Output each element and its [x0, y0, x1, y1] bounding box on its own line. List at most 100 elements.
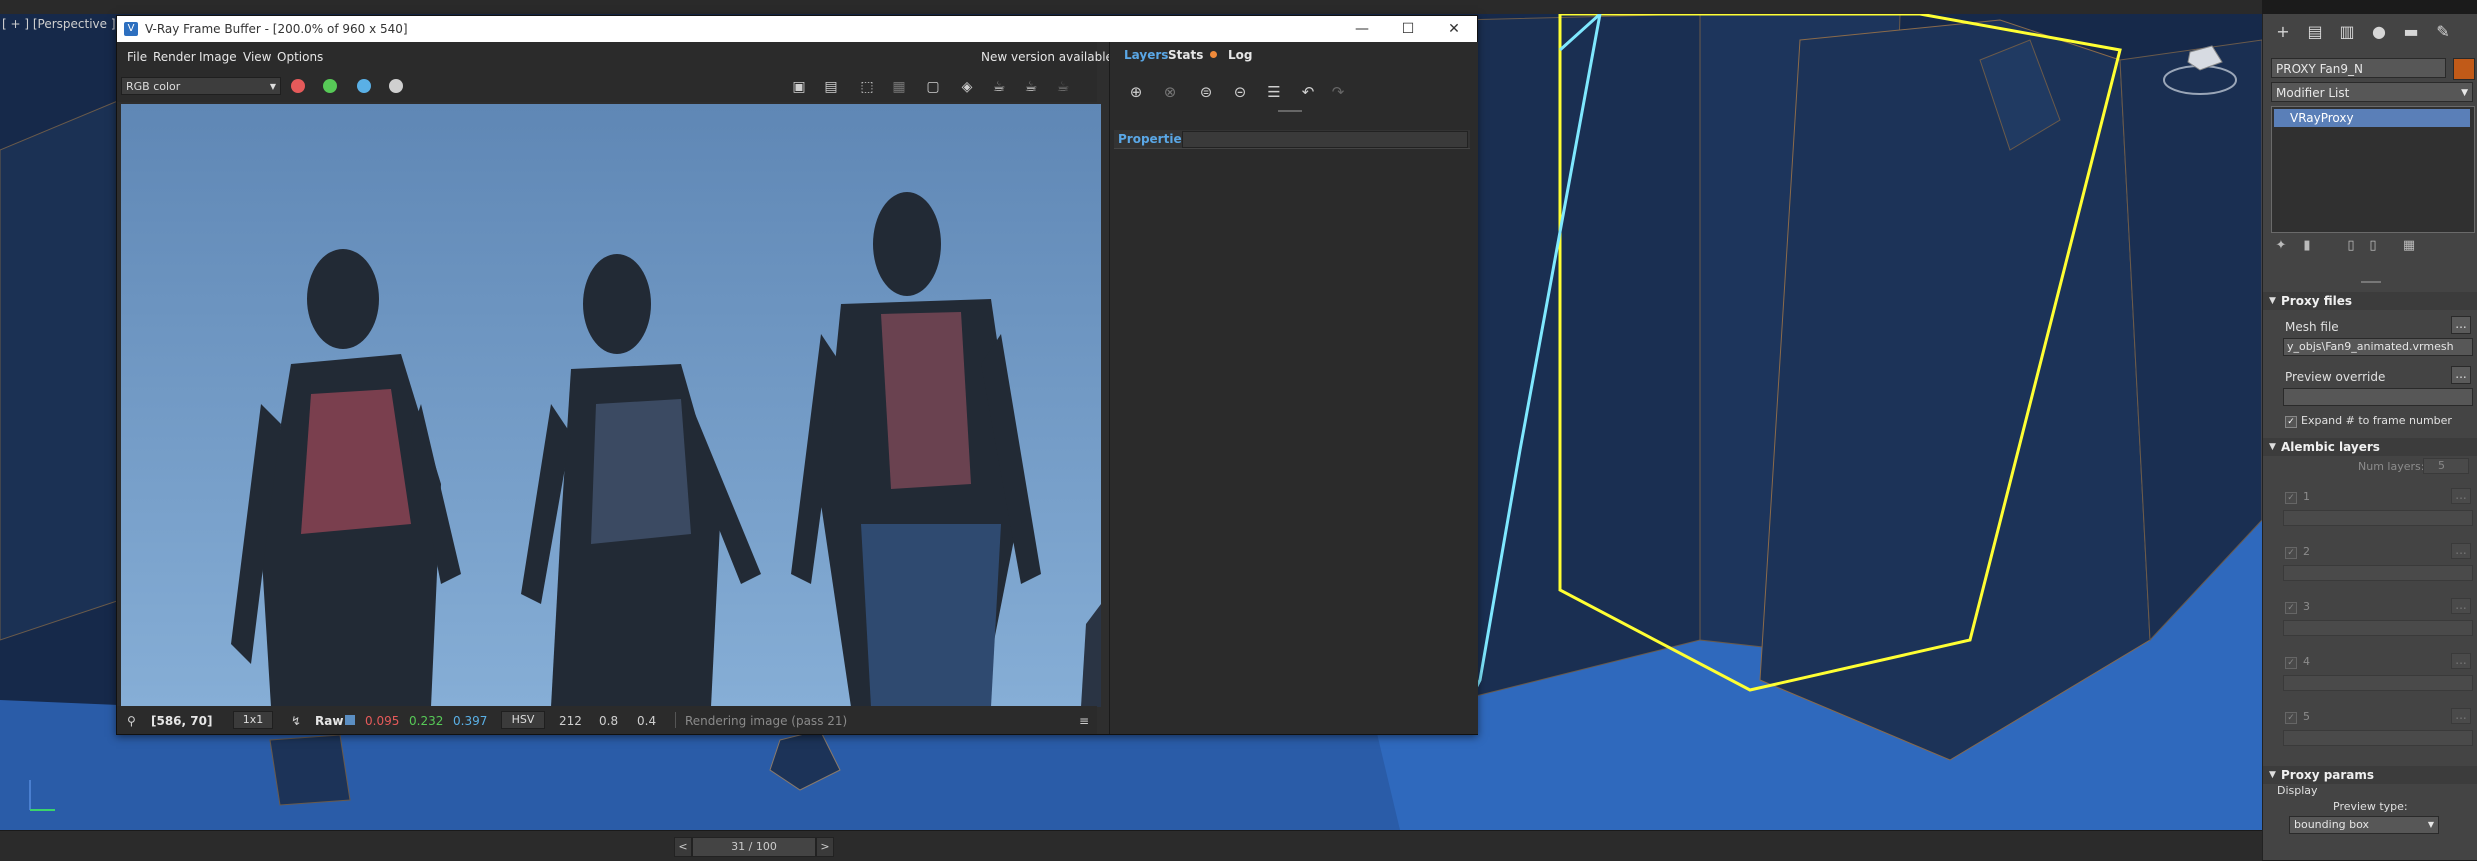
vfb-titlebar[interactable]: V V-Ray Frame Buffer - [200.0% of 960 x …: [117, 16, 1477, 42]
save-layer-tree-icon[interactable]: ⊜: [1194, 80, 1218, 104]
load-image-icon[interactable]: ▤: [821, 77, 841, 97]
track-mouse-icon[interactable]: ▢: [923, 77, 943, 97]
motion-icon[interactable]: ●: [2367, 20, 2391, 44]
layer-checkbox[interactable]: ✓: [2285, 547, 2297, 559]
render-status-message: Rendering image (pass 21): [685, 714, 848, 728]
render-icon[interactable]: ☕: [989, 77, 1009, 97]
menu-image[interactable]: Image: [199, 50, 237, 64]
alpha-channel-button[interactable]: [389, 79, 403, 93]
object-name-field[interactable]: PROXY Fan9_N: [2271, 58, 2446, 78]
blue-channel-button[interactable]: [357, 79, 371, 93]
toggle-log-icon[interactable]: ≡: [1079, 714, 1089, 728]
time-slider-bar: < 31 / 100 >: [0, 830, 2262, 861]
panel-divider[interactable]: [2361, 281, 2381, 283]
value-value: 0.4: [637, 714, 657, 728]
raw-mode-label[interactable]: Raw: [315, 714, 343, 728]
properties-label: Properties: [1118, 132, 1189, 146]
create-layer-icon[interactable]: ⊕: [1124, 80, 1148, 104]
menu-view[interactable]: View: [243, 50, 271, 64]
expand-frame-checkbox[interactable]: ✓: [2285, 416, 2297, 428]
tab-log[interactable]: Log: [1228, 48, 1252, 62]
configure-sets-icon[interactable]: ▦: [2401, 238, 2417, 254]
create-icon[interactable]: +: [2271, 20, 2295, 44]
layer-checkbox[interactable]: ✓: [2285, 712, 2297, 724]
mesh-file-browse-button[interactable]: ...: [2451, 316, 2471, 334]
vfb-menubar: File Render Image View Options: [117, 42, 1097, 72]
delete-layer-icon[interactable]: ⊗: [1158, 80, 1182, 104]
sampling-select[interactable]: 1x1: [233, 711, 273, 729]
layer-browse-button[interactable]: ...: [2451, 598, 2471, 614]
load-layer-tree-icon[interactable]: ⊝: [1228, 80, 1252, 104]
channel-select[interactable]: RGB color ▼: [121, 77, 281, 95]
preview-override-field[interactable]: [2283, 388, 2473, 406]
prev-frame-button[interactable]: <: [674, 837, 692, 857]
redo-icon[interactable]: ↷: [1326, 80, 1350, 104]
modifier-list-dropdown[interactable]: Modifier List ▼: [2271, 82, 2473, 102]
menu-file[interactable]: File: [127, 50, 147, 64]
layer-number: 2: [2303, 545, 2310, 558]
layer-checkbox[interactable]: ✓: [2285, 657, 2297, 669]
show-end-result-icon[interactable]: ▮: [2299, 238, 2315, 254]
layer-checkbox[interactable]: ✓: [2285, 602, 2297, 614]
layer-number: 5: [2303, 710, 2310, 723]
display-icon[interactable]: ▬: [2399, 20, 2423, 44]
splitter-handle[interactable]: [1278, 110, 1302, 112]
new-version-notice[interactable]: New version available!: [981, 50, 1118, 64]
layer-presets-icon[interactable]: ☰: [1262, 80, 1286, 104]
pin-stack-icon[interactable]: ✦: [2273, 238, 2289, 254]
green-channel-button[interactable]: [323, 79, 337, 93]
chevron-down-icon: ▼: [2461, 88, 2468, 98]
region-render-icon[interactable]: ⬚: [857, 77, 877, 97]
preview-type-dropdown[interactable]: bounding box ▼: [2289, 816, 2439, 834]
layer-file-field[interactable]: [2283, 730, 2473, 746]
utilities-icon[interactable]: ✎: [2431, 20, 2455, 44]
time-slider[interactable]: 31 / 100: [692, 837, 816, 857]
mesh-file-field[interactable]: y_objs\Fan9_animated.vrmesh: [2283, 338, 2473, 356]
object-color-swatch[interactable]: [2453, 58, 2475, 80]
layer-file-field[interactable]: [2283, 510, 2473, 526]
zoom-50-icon[interactable]: ▦: [889, 77, 909, 97]
remove-modifier-icon[interactable]: ▯: [2365, 238, 2381, 254]
layer-browse-button[interactable]: ...: [2451, 488, 2471, 504]
maximize-icon[interactable]: ☐: [1385, 18, 1431, 40]
undo-icon[interactable]: ↶: [1296, 80, 1320, 104]
proxy-files-rollout[interactable]: ▼ Proxy files: [2263, 292, 2477, 310]
rollout-title: Proxy params: [2281, 768, 2375, 782]
color-picker-icon[interactable]: ↯: [291, 714, 301, 728]
color-space-select[interactable]: HSV: [501, 711, 545, 729]
num-layers-spinner[interactable]: 5: [2423, 458, 2469, 474]
save-icon[interactable]: ▣: [789, 77, 809, 97]
layer-file-field[interactable]: [2283, 675, 2473, 691]
next-frame-button[interactable]: >: [816, 837, 834, 857]
alembic-layers-rollout[interactable]: ▼ Alembic layers: [2263, 438, 2477, 456]
layer-browse-button[interactable]: ...: [2451, 653, 2471, 669]
layer-file-field[interactable]: [2283, 620, 2473, 636]
interactive-render-icon[interactable]: ☕: [1053, 77, 1073, 97]
layer-browse-button[interactable]: ...: [2451, 543, 2471, 559]
proxy-params-rollout[interactable]: ▼ Proxy params: [2263, 766, 2477, 784]
render-image[interactable]: [121, 104, 1101, 707]
red-channel-button[interactable]: [291, 79, 305, 93]
layer-file-field[interactable]: [2283, 565, 2473, 581]
modify-icon[interactable]: ▤: [2303, 20, 2327, 44]
rollout-title: Proxy files: [2281, 294, 2352, 308]
minimize-icon[interactable]: —: [1339, 18, 1385, 40]
make-unique-icon[interactable]: ▯: [2343, 238, 2359, 254]
hierarchy-icon[interactable]: ▥: [2335, 20, 2359, 44]
command-panel: + ▤ ▥ ● ▬ ✎ PROXY Fan9_N Modifier List ▼…: [2262, 14, 2477, 860]
stop-render-icon[interactable]: ☕: [1021, 77, 1041, 97]
tab-stats[interactable]: Stats: [1168, 48, 1203, 62]
layer-browse-button[interactable]: ...: [2451, 708, 2471, 724]
vfb-title: V-Ray Frame Buffer - [200.0% of 960 x 54…: [145, 22, 408, 36]
menu-options[interactable]: Options: [277, 50, 323, 64]
pixel-lock-icon[interactable]: ⚲: [127, 714, 136, 728]
layer-checkbox[interactable]: ✓: [2285, 492, 2297, 504]
modifier-stack-item[interactable]: VRayProxy: [2274, 109, 2470, 127]
tab-layers[interactable]: Layers: [1124, 48, 1168, 62]
preview-override-browse-button[interactable]: ...: [2451, 366, 2471, 384]
menu-render[interactable]: Render: [153, 50, 196, 64]
layer-number: 1: [2303, 490, 2310, 503]
modifier-stack[interactable]: VRayProxy: [2271, 106, 2475, 233]
close-icon[interactable]: ✕: [1431, 18, 1477, 40]
lens-effects-icon[interactable]: ◈: [957, 77, 977, 97]
